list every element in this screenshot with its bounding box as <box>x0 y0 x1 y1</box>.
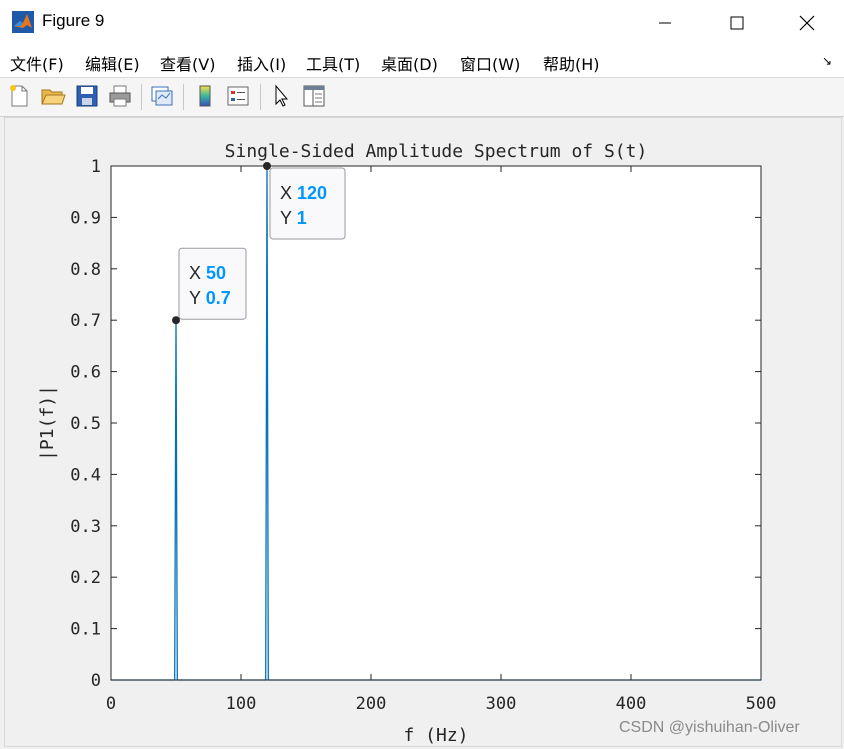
spectrum-plot: 0 0.1 0.2 0.3 0.4 0.5 0.6 0.7 0.8 0.9 1 0 100 200 300… <box>37 141 776 746</box>
x-tick-label: 200 <box>356 694 387 714</box>
datatip-x-label: X <box>189 263 206 283</box>
axes-background[interactable] <box>111 166 761 680</box>
y-tick-label: 0.4 <box>70 465 101 485</box>
datatip-marker <box>172 316 180 325</box>
y-tick-label: 1 <box>91 157 101 177</box>
datatip-y-row: Y 0.7 <box>189 288 231 308</box>
y-tick-label: 0.2 <box>70 568 101 588</box>
x-tick-labels: 0 100 200 300 400 500 <box>106 694 776 714</box>
datatip-x-value: 120 <box>297 183 327 203</box>
x-tick-label: 100 <box>226 694 257 714</box>
y-tick-label: 0.1 <box>70 620 101 640</box>
datatip[interactable]: X 50Y 0.7 <box>172 247 247 325</box>
x-tick-label: 400 <box>616 694 647 714</box>
x-tick-label: 300 <box>486 694 517 714</box>
y-tick-label: 0 <box>91 671 101 691</box>
datatip-y-row: Y 1 <box>280 208 307 228</box>
datatip-x-row: X 50 <box>189 263 226 283</box>
x-tick-label: 500 <box>746 694 777 714</box>
x-tick-label: 0 <box>106 694 116 714</box>
y-tick-label: 0.3 <box>70 517 101 537</box>
datatip-y-label: Y <box>280 208 297 228</box>
datatip-marker <box>263 162 271 170</box>
datatip-x-value: 50 <box>206 263 226 283</box>
datatip-box <box>269 167 346 240</box>
datatip-x-label: X <box>280 183 297 203</box>
y-tick-label: 0.9 <box>70 208 101 228</box>
y-tick-label: 0.5 <box>70 414 101 434</box>
datatip-box <box>178 247 247 320</box>
y-tick-label: 0.7 <box>70 311 101 331</box>
y-tick-label: 0.6 <box>70 363 101 383</box>
datatip-x-row: X 120 <box>280 183 327 203</box>
y-tick-label: 0.8 <box>70 260 101 280</box>
datatip[interactable]: X 120Y 1 <box>263 162 346 240</box>
figure-window: Figure 9 文件(F) 编辑(E) 查看(V) 插入(I) 工具(T) 桌… <box>0 0 844 749</box>
datatip-y-value: 1 <box>297 208 307 228</box>
x-axis-label: f (Hz) <box>403 725 468 746</box>
datatip-y-value: 0.7 <box>206 288 231 308</box>
y-tick-labels: 0 0.1 0.2 0.3 0.4 0.5 0.6 0.7 0.8 0.9 1 <box>70 157 101 691</box>
chart-title: Single-Sided Amplitude Spectrum of S(t) <box>225 141 648 162</box>
y-axis-label: |P1(f)| <box>37 385 58 461</box>
datatip-y-label: Y <box>189 288 206 308</box>
watermark: CSDN @yishuihan-Oliver <box>619 719 800 736</box>
